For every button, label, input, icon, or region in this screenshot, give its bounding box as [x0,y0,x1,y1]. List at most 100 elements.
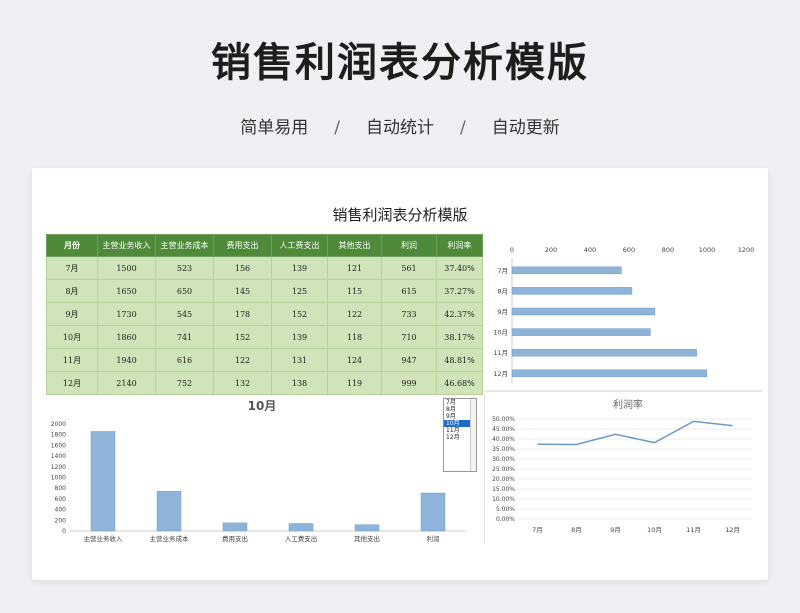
table-cell[interactable]: 710 [381,325,437,349]
table-cell[interactable]: 156 [213,256,272,280]
y-tick-label: 10.00% [492,496,515,503]
table-cell[interactable]: 1940 [97,348,156,372]
x-tick-label: 12月 [725,526,740,534]
table-cell[interactable]: 616 [155,348,214,372]
table-cell[interactable]: 48.81% [436,348,483,372]
y-tick-label: 1000 [51,475,66,482]
table-cell[interactable]: 10月 [46,325,98,349]
bar [288,523,314,532]
x-tick-label: 10月 [647,526,662,534]
y-tick-label: 10月 [493,329,508,337]
table-cell[interactable]: 8月 [46,279,98,303]
table-cell[interactable]: 121 [327,256,382,280]
y-tick-label: 30.00% [492,456,515,463]
table-row: 9月 1730 545 178 152 122 733 42.37% [46,302,483,326]
y-tick-label: 15.00% [492,486,515,493]
table-cell[interactable]: 124 [327,348,382,372]
spreadsheet-preview: 销售利润表分析模版 月份 主营业务收入 主营业务成本 费用支出 人工费支出 其他… [32,168,768,580]
profit-table: 月份 主营业务收入 主营业务成本 费用支出 人工费支出 其他支出 利润 利润率 … [46,234,483,395]
col-header: 月份 [46,234,98,257]
table-cell[interactable]: 615 [381,279,437,303]
table-cell[interactable]: 650 [155,279,214,303]
bar [511,328,651,336]
y-tick-label: 200 [55,517,67,524]
x-tick-label: 400 [584,246,596,254]
chart-title: 10月 [248,399,277,413]
tag-auto-stats: 自动统计 [366,118,434,138]
y-tick-label: 0.00% [496,516,515,523]
table-cell[interactable]: 741 [155,325,214,349]
table-cell[interactable]: 561 [381,256,437,280]
table-cell[interactable]: 545 [155,302,214,326]
table-cell[interactable]: 11月 [46,348,98,372]
table-cell[interactable]: 122 [213,348,272,372]
x-tick-label: 1200 [738,246,755,254]
table-cell[interactable]: 12月 [46,371,98,395]
month-selector-listbox[interactable]: 7月 8月 9月 10月 11月 12月 [443,398,477,472]
table-cell[interactable]: 115 [327,279,382,303]
x-tick-label: 9月 [610,526,621,534]
table-cell[interactable]: 1860 [97,325,156,349]
table-cell[interactable]: 139 [271,325,328,349]
bar [420,492,446,532]
col-header: 人工费支出 [271,234,328,257]
x-tick-label: 8月 [571,526,582,534]
table-cell[interactable]: 125 [271,279,328,303]
y-tick-label: 11月 [493,349,508,357]
x-tick-label: 利润 [427,534,440,543]
y-tick-label: 400 [55,507,67,514]
x-tick-label: 600 [623,246,635,254]
table-cell[interactable]: 1650 [97,279,156,303]
y-tick-label: 8月 [497,287,508,295]
table-cell[interactable]: 145 [213,279,272,303]
table-cell[interactable]: 152 [271,302,328,326]
table-cell[interactable]: 1500 [97,256,156,280]
listbox-scrollbar[interactable] [470,399,476,471]
bar [90,431,116,532]
bar [511,287,633,295]
table-cell[interactable]: 118 [327,325,382,349]
table-cell[interactable]: 733 [381,302,437,326]
chart-title: 利润率 [613,398,643,411]
table-cell[interactable]: 523 [155,256,214,280]
y-tick-label: 800 [55,485,67,492]
table-cell[interactable]: 42.37% [436,302,483,326]
bar [511,348,697,357]
table-cell[interactable]: 37.27% [436,279,483,303]
table-cell[interactable]: 152 [213,325,272,349]
page-title: 销售利润表分析模版 [211,40,589,86]
table-cell[interactable]: 138 [271,371,328,395]
table-cell[interactable]: 947 [381,348,437,372]
x-tick-label: 0 [510,246,514,254]
x-tick-label: 800 [662,246,674,254]
table-cell[interactable]: 46.68% [436,371,483,395]
y-tick-label: 50.00% [492,416,515,423]
y-tick-label: 40.00% [492,436,515,443]
table-cell[interactable]: 132 [213,371,272,395]
table-cell[interactable]: 139 [271,256,328,280]
col-header: 费用支出 [213,234,272,257]
profit-rate-line-chart: 利润率 0.00% 5.00% 10.00% 15.00% 20.00% 25.00% 30.… [484,394,752,544]
table-row: 12月 2140 752 132 138 119 999 46.68% [46,371,483,395]
profit-horizontal-bar-chart: 0 200 400 600 800 1000 1200 7月 8月 9月 10月 11月 12月 [484,246,762,392]
col-header: 利润率 [436,234,483,257]
y-tick-label: 1600 [51,442,66,449]
table-cell[interactable]: 999 [381,371,437,395]
table-cell[interactable]: 131 [271,348,328,372]
table-cell[interactable]: 178 [213,302,272,326]
y-tick-label: 2000 [51,421,66,428]
y-tick-label: 7月 [497,267,508,275]
bar [511,369,708,378]
table-cell[interactable]: 7月 [46,256,98,280]
table-row: 11月 1940 616 122 131 124 947 48.81% [46,348,483,372]
table-cell[interactable]: 9月 [46,302,98,326]
table-cell[interactable]: 122 [327,302,382,326]
table-cell[interactable]: 2140 [97,371,156,395]
table-cell[interactable]: 752 [155,371,214,395]
table-cell[interactable]: 38.17% [436,325,483,349]
table-cell[interactable]: 119 [327,371,382,395]
table-cell[interactable]: 1730 [97,302,156,326]
x-tick-label: 人工费支出 [285,534,318,543]
y-tick-label: 25.00% [492,466,515,473]
table-cell[interactable]: 37.40% [436,256,483,280]
